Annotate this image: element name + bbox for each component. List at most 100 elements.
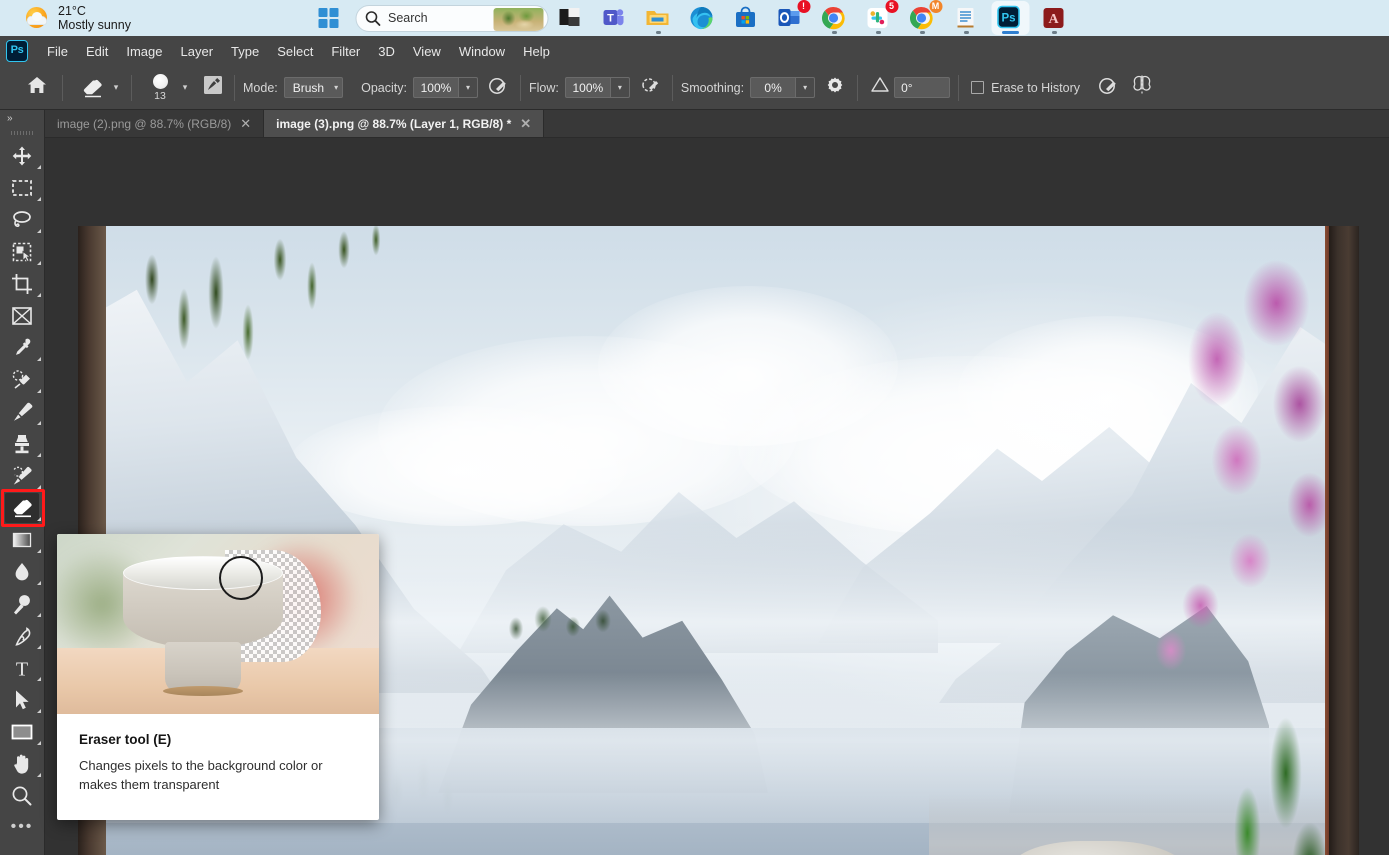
flyout-indicator xyxy=(37,453,41,457)
tool-horizontal-type[interactable]: T xyxy=(0,652,44,684)
taskbar-app-microsoft-store[interactable] xyxy=(724,0,768,36)
tool-eyedropper[interactable] xyxy=(0,332,44,364)
tool-spot-healing-brush[interactable] xyxy=(0,364,44,396)
taskbar-app-microsoft-teams[interactable]: T xyxy=(592,0,636,36)
taskbar-app-microsoft-edge[interactable] xyxy=(680,0,724,36)
menu-filter[interactable]: Filter xyxy=(322,40,369,63)
flyout-indicator xyxy=(37,389,41,393)
document-tabs: image (2).png @ 88.7% (RGB/8) ✕ image (3… xyxy=(45,110,1389,138)
rectangle-icon xyxy=(11,724,33,740)
brush-angle-input[interactable]: 0° xyxy=(894,77,951,98)
tool-path-selection[interactable] xyxy=(0,684,44,716)
tool-frame[interactable] xyxy=(0,300,44,332)
type-icon: T xyxy=(16,659,28,680)
brush-angle-button[interactable] xyxy=(866,74,894,102)
search-highlight-thumbnail xyxy=(493,7,543,31)
tool-rectangle[interactable] xyxy=(0,716,44,748)
running-indicator xyxy=(963,31,969,34)
opacity-input[interactable]: 100% xyxy=(412,77,459,98)
eyedropper-icon xyxy=(15,338,31,355)
home-button[interactable] xyxy=(20,71,54,105)
butterfly-symmetry-icon xyxy=(1130,74,1154,101)
chevron-down-icon[interactable]: ▾ xyxy=(109,78,123,98)
blur-drop-icon xyxy=(15,563,29,581)
tool-hand[interactable] xyxy=(0,748,44,780)
tool-pen[interactable] xyxy=(0,620,44,652)
pressure-size-button[interactable] xyxy=(1094,74,1122,102)
windows-logo-icon xyxy=(318,8,338,28)
menu-window[interactable]: Window xyxy=(450,40,514,63)
tool-clone-stamp[interactable] xyxy=(0,428,44,460)
weather-widget[interactable]: 21°C Mostly sunny xyxy=(24,4,194,33)
home-icon xyxy=(26,75,48,100)
taskbar-app-notepad[interactable] xyxy=(944,0,988,36)
search-icon xyxy=(364,10,381,27)
close-icon[interactable]: ✕ xyxy=(240,117,251,130)
tool-preset-picker[interactable]: ▾ xyxy=(77,74,123,102)
tool-history-brush[interactable] xyxy=(0,460,44,492)
taskbar-app-windows-terminal[interactable] xyxy=(548,0,592,36)
opacity-pressure-button[interactable] xyxy=(484,74,512,102)
taskbar-app-google-chrome-profile[interactable]: M xyxy=(900,0,944,36)
crop-icon xyxy=(12,274,32,294)
document-tab-image-3[interactable]: image (3).png @ 88.7% (Layer 1, RGB/8) *… xyxy=(264,110,545,137)
erase-to-history-checkbox[interactable] xyxy=(971,81,985,94)
edit-toolbar-button[interactable]: ••• xyxy=(0,812,44,842)
folder-icon xyxy=(645,5,672,32)
smoothing-input[interactable]: 0% xyxy=(750,77,797,98)
tool-brush[interactable] xyxy=(0,396,44,428)
menu-image[interactable]: Image xyxy=(117,40,171,63)
menu-edit[interactable]: Edit xyxy=(77,40,117,63)
tool-rectangular-marquee[interactable] xyxy=(0,172,44,204)
smoothing-label: Smoothing: xyxy=(680,80,745,95)
menu-type[interactable]: Type xyxy=(222,40,268,63)
tool-gradient[interactable] xyxy=(0,524,44,556)
paint-symmetry-button[interactable] xyxy=(1128,74,1156,102)
smoothing-slider-toggle[interactable]: ▾ xyxy=(796,77,816,98)
taskbar-app-adobe-acrobat[interactable]: A xyxy=(1032,0,1076,36)
menu-file[interactable]: File xyxy=(38,40,77,63)
close-icon[interactable]: ✕ xyxy=(520,117,531,130)
airbrush-button[interactable] xyxy=(636,74,664,102)
menu-layer[interactable]: Layer xyxy=(172,40,223,63)
tool-zoom[interactable] xyxy=(0,780,44,812)
tool-blur[interactable] xyxy=(0,556,44,588)
pressure-size-icon xyxy=(1097,74,1119,101)
taskbar-app-slack[interactable]: 5 xyxy=(856,0,900,36)
menu-3d[interactable]: 3D xyxy=(369,40,404,63)
search-input[interactable]: Search xyxy=(355,4,548,32)
taskbar-app-file-explorer[interactable] xyxy=(636,0,680,36)
tool-crop[interactable] xyxy=(0,268,44,300)
tool-dodge[interactable] xyxy=(0,588,44,620)
photoshop-menu-bar: Ps File Edit Image Layer Type Select Fil… xyxy=(0,36,1389,66)
brush-preset-picker[interactable]: 13 xyxy=(142,68,178,108)
taskbar-app-adobe-photoshop[interactable]: Ps xyxy=(988,0,1032,36)
taskbar-app-outlook[interactable]: ! xyxy=(768,0,812,36)
flow-slider-toggle[interactable]: ▾ xyxy=(610,77,630,98)
flyout-indicator xyxy=(37,677,41,681)
mode-select[interactable]: Brush ▾ xyxy=(283,77,344,98)
chevron-down-icon[interactable]: ▾ xyxy=(178,78,192,98)
document-tab-title: image (2).png @ 88.7% (RGB/8) xyxy=(57,116,232,131)
menu-help[interactable]: Help xyxy=(514,40,559,63)
object-selection-icon xyxy=(12,242,32,263)
document-tab-image-2[interactable]: image (2).png @ 88.7% (RGB/8) ✕ xyxy=(45,110,265,137)
start-button[interactable] xyxy=(313,3,343,33)
toolbar-drag-grip[interactable] xyxy=(0,126,44,140)
collapse-toolbar-button[interactable]: » xyxy=(0,110,44,126)
smoothing-options-button[interactable] xyxy=(821,74,849,102)
tool-lasso[interactable] xyxy=(0,204,44,236)
menu-select[interactable]: Select xyxy=(268,40,322,63)
tool-move[interactable] xyxy=(0,140,44,172)
toggle-brush-settings-panel-button[interactable] xyxy=(200,75,226,101)
menu-view[interactable]: View xyxy=(404,40,450,63)
double-chevron-right-icon: » xyxy=(7,112,13,124)
tool-eraser[interactable] xyxy=(0,489,45,527)
notification-badge: 5 xyxy=(885,0,898,13)
erase-to-history-row[interactable]: Erase to History xyxy=(971,81,1080,95)
lasso-icon xyxy=(13,211,31,227)
flow-input[interactable]: 100% xyxy=(564,77,611,98)
opacity-slider-toggle[interactable]: ▾ xyxy=(458,77,478,98)
tool-object-selection[interactable] xyxy=(0,236,44,268)
taskbar-app-google-chrome[interactable] xyxy=(812,0,856,36)
